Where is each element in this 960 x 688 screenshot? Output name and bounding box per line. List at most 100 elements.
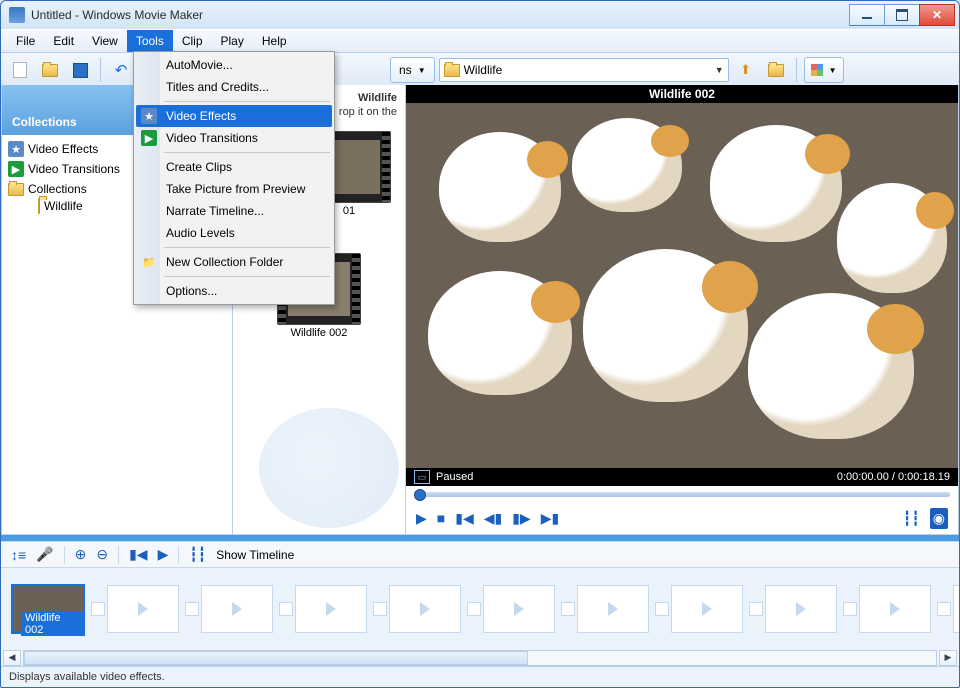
tools-menu-item[interactable]: Audio Levels (136, 222, 332, 244)
menu-separator (164, 247, 330, 248)
next-clip-button[interactable]: ▶▮ (541, 510, 559, 527)
storyboard-cell[interactable] (277, 585, 367, 633)
menu-play[interactable]: Play (212, 30, 253, 52)
storyboard-cell[interactable] (841, 585, 931, 633)
seek-bar[interactable] (406, 486, 958, 502)
prev-clip-button[interactable]: ▮◀ (455, 510, 473, 527)
storyboard-cell[interactable] (747, 585, 837, 633)
zoom-in-button[interactable]: ⊕ (75, 546, 87, 563)
preview-duration: 0:00:18.19 (898, 471, 950, 483)
scroll-right-button[interactable]: ▶ (939, 650, 957, 666)
window-title: Untitled - Windows Movie Maker (31, 8, 850, 22)
menu-clip[interactable]: Clip (173, 30, 212, 52)
tree-item-label: Collections (28, 182, 87, 196)
play-timeline-button[interactable]: ▶ (158, 546, 169, 563)
collections-dropdown-button[interactable]: ns ▼ (390, 57, 435, 83)
tools-menu-item[interactable]: ★Video Effects (136, 105, 332, 127)
transition-slot[interactable] (747, 586, 765, 632)
transition-slot[interactable] (841, 586, 859, 632)
scroll-handle[interactable] (24, 651, 528, 665)
folder-icon (38, 199, 40, 213)
tools-menu-item[interactable]: Titles and Credits... (136, 76, 332, 98)
rewind-button[interactable]: ▮◀ (129, 546, 147, 563)
fullscreen-icon[interactable]: ▭ (414, 470, 430, 484)
preview-video[interactable] (406, 103, 958, 468)
tools-menu-item-label: Video Effects (166, 109, 236, 123)
view-thumbnails-button[interactable]: ▼ (804, 57, 844, 83)
preview-panel: Wildlife 002 ▭ Paused (406, 85, 959, 535)
transition-slot[interactable] (89, 586, 107, 632)
toolbar-separator (796, 58, 797, 82)
menu-view[interactable]: View (83, 30, 127, 52)
app-icon (9, 7, 25, 23)
play-button[interactable]: ▶ (416, 510, 427, 527)
seek-thumb[interactable] (414, 489, 426, 501)
scroll-left-button[interactable]: ◀ (3, 650, 21, 666)
storyboard-slot[interactable] (201, 585, 273, 633)
transition-slot[interactable] (935, 586, 953, 632)
take-picture-button[interactable]: ◉ (930, 508, 948, 529)
stop-button[interactable]: ■ (437, 510, 445, 526)
audio-levels-icon[interactable]: ↕≡ (11, 547, 26, 563)
split-clip-button[interactable]: ┇┇ (903, 510, 920, 527)
storyboard-slot[interactable] (671, 585, 743, 633)
storyboard-slot[interactable] (107, 585, 179, 633)
save-project-button[interactable] (67, 57, 93, 83)
storyboard-cell[interactable] (89, 585, 179, 633)
tools-menu-item-label: Options... (166, 284, 217, 298)
storyboard-cell[interactable] (183, 585, 273, 633)
menu-file[interactable]: File (7, 30, 44, 52)
undo-button[interactable] (108, 57, 134, 83)
up-level-button[interactable]: ⬆ (733, 57, 759, 83)
next-frame-button[interactable]: ▮▶ (512, 510, 530, 527)
transition-slot[interactable] (465, 586, 483, 632)
storyboard-scrollbar[interactable]: ◀ ▶ (1, 649, 959, 667)
storyboard-cell[interactable] (559, 585, 649, 633)
storyboard-slot[interactable] (953, 585, 960, 633)
transition-slot[interactable] (371, 586, 389, 632)
storyboard-slot[interactable] (859, 585, 931, 633)
tools-menu-item[interactable]: 📁New Collection Folder (136, 251, 332, 273)
minimize-button[interactable] (849, 4, 885, 26)
transition-slot[interactable] (653, 586, 671, 632)
tools-menu-item[interactable]: Take Picture from Preview (136, 178, 332, 200)
menu-help[interactable]: Help (253, 30, 296, 52)
menu-separator (164, 276, 330, 277)
storyboard-cell[interactable] (465, 585, 555, 633)
storyboard[interactable]: Wildlife 002 (1, 568, 959, 649)
transition-slot[interactable] (277, 586, 295, 632)
storyboard-slot[interactable] (483, 585, 555, 633)
storyboard-cell[interactable] (371, 585, 461, 633)
tools-menu-item[interactable]: Narrate Timeline... (136, 200, 332, 222)
new-project-button[interactable] (7, 57, 33, 83)
storyboard-slot[interactable] (577, 585, 649, 633)
zoom-out-button[interactable]: ⊖ (96, 546, 108, 563)
storyboard-clip[interactable]: Wildlife 002 (11, 584, 85, 634)
transition-slot[interactable] (183, 586, 201, 632)
tree-item-label: Wildlife (44, 199, 83, 213)
show-timeline-button[interactable]: Show Timeline (216, 548, 294, 562)
maximize-button[interactable] (884, 4, 920, 26)
storyboard-cell[interactable] (653, 585, 743, 633)
location-combo[interactable]: Wildlife ▼ (439, 58, 729, 82)
narrate-icon[interactable]: 🎤 (36, 546, 53, 563)
scroll-track[interactable] (23, 650, 937, 666)
play-icon: ▶ (8, 161, 24, 177)
clip-label: Wildlife 002 (277, 325, 361, 341)
transition-slot[interactable] (559, 586, 577, 632)
new-folder-button[interactable] (763, 57, 789, 83)
prev-frame-button[interactable]: ◀▮ (484, 510, 502, 527)
storyboard-cell[interactable] (935, 585, 960, 633)
storyboard-slot[interactable] (765, 585, 837, 633)
storyboard-slot[interactable] (295, 585, 367, 633)
tools-menu-item[interactable]: Create Clips (136, 156, 332, 178)
open-project-button[interactable] (37, 57, 63, 83)
tools-menu-item[interactable]: Options... (136, 280, 332, 302)
menu-edit[interactable]: Edit (44, 30, 83, 52)
menu-tools[interactable]: Tools (127, 30, 173, 52)
storyboard-slot[interactable] (389, 585, 461, 633)
tools-menu-item-label: AutoMovie... (166, 58, 233, 72)
close-button[interactable] (919, 4, 955, 26)
tools-menu-item[interactable]: AutoMovie... (136, 54, 332, 76)
tools-menu-item[interactable]: ▶Video Transitions (136, 127, 332, 149)
